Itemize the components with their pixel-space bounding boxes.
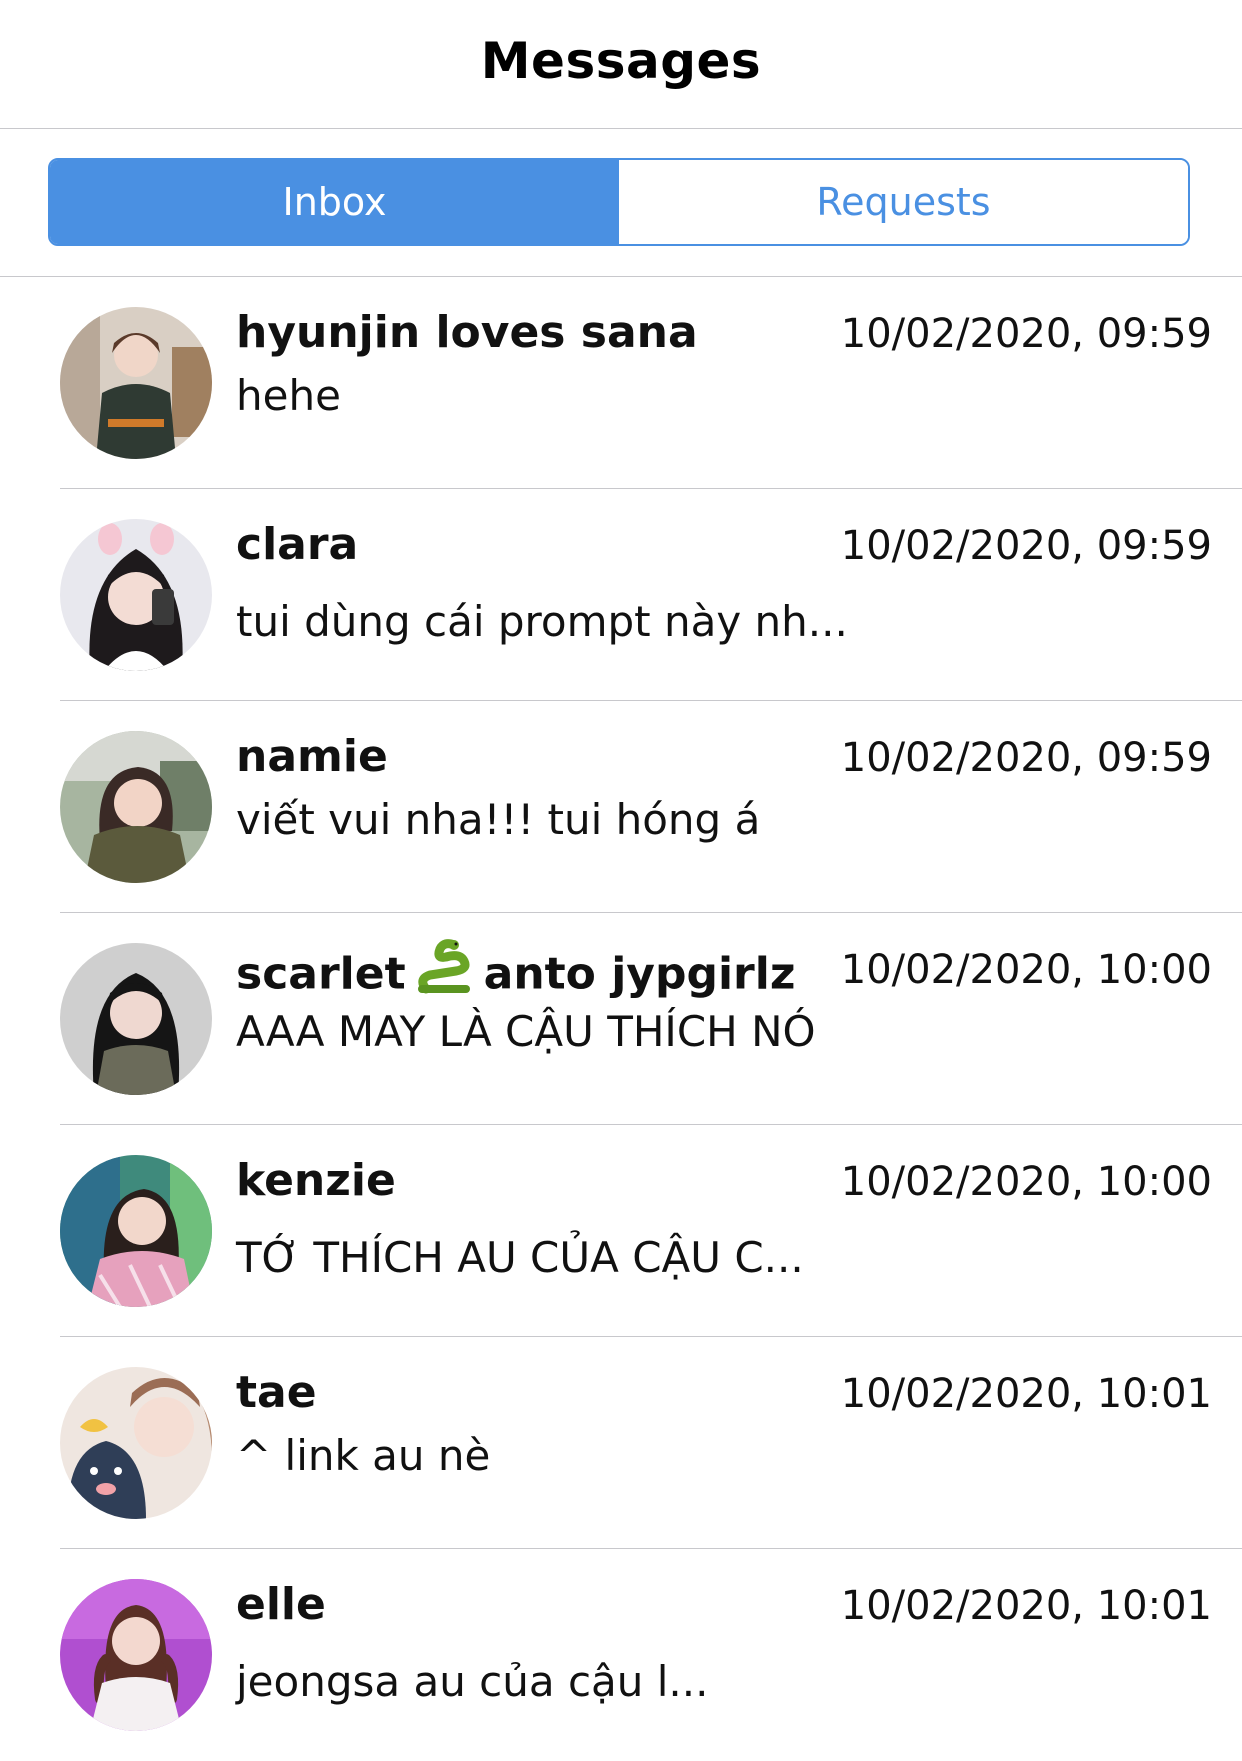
message-preview: tui dùng cái prompt này nh... [236, 597, 848, 646]
message-preview: viết vui nha!!! tui hóng á [236, 795, 761, 844]
nav-header: Messages [0, 0, 1242, 129]
avatar [60, 943, 212, 1095]
avatar [60, 307, 212, 459]
contact-name: tae [236, 1367, 317, 1418]
conversation-row[interactable]: namie 10/02/2020, 09:59 viết vui nha!!! … [0, 701, 1242, 913]
conversation-list: hyunjin loves sana 10/02/2020, 09:59 heh… [0, 277, 1242, 1761]
contact-name: elle [236, 1579, 326, 1630]
contact-name: scarlet anto jypgirlz [236, 939, 795, 1010]
avatar [60, 1579, 212, 1731]
conversation-row[interactable]: elle 10/02/2020, 10:01 jeongsa au của cậ… [0, 1549, 1242, 1761]
message-preview: TỚ THÍCH AU CỦA CẬU C... [236, 1233, 804, 1282]
contact-name: hyunjin loves sana [236, 307, 698, 358]
page-title: Messages [480, 32, 762, 90]
timestamp: 10/02/2020, 10:01 [840, 1583, 1212, 1629]
conversation-row[interactable]: scarlet anto jypgirlz 10/02/2020, 10:00 A… [0, 913, 1242, 1125]
timestamp: 10/02/2020, 10:00 [840, 1159, 1212, 1205]
conversation-row[interactable]: hyunjin loves sana 10/02/2020, 09:59 heh… [0, 277, 1242, 489]
message-preview: jeongsa au của cậu l... [236, 1657, 709, 1706]
contact-name: clara [236, 519, 359, 570]
timestamp: 10/02/2020, 09:59 [840, 523, 1212, 569]
avatar [60, 1367, 212, 1519]
conversation-row[interactable]: tae 10/02/2020, 10:01 ^ link au nè [0, 1337, 1242, 1549]
snake-emoji-icon [416, 939, 474, 1006]
contact-name: kenzie [236, 1155, 396, 1206]
conversation-row[interactable]: clara 10/02/2020, 09:59 tui dùng cái pro… [0, 489, 1242, 701]
timestamp: 10/02/2020, 09:59 [840, 311, 1212, 357]
tab-inbox[interactable]: Inbox [50, 160, 619, 244]
timestamp: 10/02/2020, 10:00 [840, 947, 1212, 993]
timestamp: 10/02/2020, 09:59 [840, 735, 1212, 781]
message-preview: ^ link au nè [236, 1431, 491, 1480]
inbox-requests-segmented-control: Inbox Requests [48, 158, 1190, 246]
avatar [60, 519, 212, 671]
contact-name: namie [236, 731, 388, 782]
timestamp: 10/02/2020, 10:01 [840, 1371, 1212, 1417]
avatar [60, 731, 212, 883]
message-preview: AAA MAY LÀ CẬU THÍCH NÓ [236, 1007, 816, 1056]
message-preview: hehe [236, 371, 341, 420]
conversation-row[interactable]: kenzie 10/02/2020, 10:00 TỚ THÍCH AU CỦA… [0, 1125, 1242, 1337]
avatar [60, 1155, 212, 1307]
tab-requests[interactable]: Requests [619, 160, 1188, 244]
